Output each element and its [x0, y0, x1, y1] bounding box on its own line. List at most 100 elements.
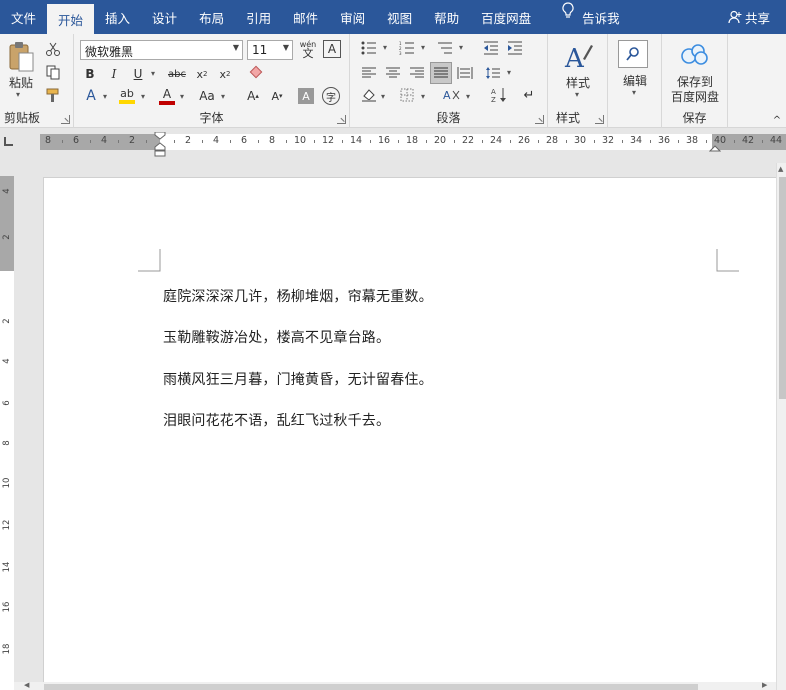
bullets-icon[interactable] — [360, 40, 378, 56]
borders-icon[interactable] — [398, 86, 416, 104]
format-painter-icon[interactable] — [44, 86, 62, 104]
font-launcher-icon[interactable] — [337, 115, 346, 124]
horizontal-ruler[interactable]: 8 6 4 2 2 4 6 8 10 12 14 16 18 20 22 24 26 28 30 32 34 36 38 40… — [40, 134, 786, 150]
styles-dropdown-icon[interactable]: ▾ — [575, 90, 579, 99]
ruler-tick — [622, 140, 623, 143]
numbering-icon[interactable]: 123 — [398, 40, 416, 56]
paragraph-1[interactable]: 庭院深深深几许，杨柳堆烟，帘幕无重数。 — [163, 286, 433, 306]
tab-selector-icon[interactable] — [4, 137, 13, 146]
paragraph-2[interactable]: 玉勒雕鞍游冶处，楼高不见章台路。 — [163, 327, 390, 347]
font-color-dropdown-icon[interactable]: ▾ — [180, 92, 184, 101]
font-size-combobox[interactable]: 11 ▼ — [247, 40, 293, 60]
underline-icon[interactable]: U — [130, 66, 146, 82]
underline-dropdown-icon[interactable]: ▾ — [151, 69, 155, 78]
editing-dropdown-icon[interactable]: ▾ — [632, 88, 636, 97]
asian-layout-dropdown-icon[interactable]: ▾ — [466, 92, 470, 101]
strikethrough-icon[interactable]: abc — [166, 66, 188, 82]
editing-button-label[interactable]: 编辑 — [608, 72, 662, 88]
phonetic-guide-icon[interactable]: wén 文 — [297, 38, 319, 60]
tab-help[interactable]: 帮助 — [423, 0, 470, 34]
multilevel-list-dropdown-icon[interactable]: ▾ — [459, 43, 463, 52]
person-icon — [728, 10, 742, 24]
search-icon[interactable] — [618, 40, 648, 68]
baidu-netdisk-icon[interactable] — [680, 42, 710, 68]
tab-insert[interactable]: 插入 — [94, 0, 141, 34]
shading-dropdown-icon[interactable]: ▾ — [381, 92, 385, 101]
change-case-icon[interactable]: Aa — [196, 86, 218, 106]
right-indent-marker-icon[interactable] — [709, 142, 721, 152]
align-center-icon[interactable] — [384, 65, 402, 81]
vertical-ruler[interactable]: 4 2 2 4 6 8 10 12 14 16 18 — [0, 176, 14, 690]
clear-formatting-icon[interactable] — [246, 64, 266, 82]
document-page[interactable]: 庭院深深深几许，杨柳堆烟，帘幕无重数。 玉勒雕鞍游冶处，楼高不见章台路。 雨横风… — [43, 177, 776, 690]
shading-icon[interactable] — [360, 86, 378, 104]
align-right-icon[interactable] — [408, 65, 426, 81]
paragraph-group-label: 段落 — [436, 111, 461, 125]
clipboard-launcher-icon[interactable] — [61, 115, 70, 124]
vertical-scrollbar[interactable]: ▲ — [776, 163, 786, 690]
tab-design[interactable]: 设计 — [141, 0, 188, 34]
scroll-right-icon[interactable]: ▶ — [762, 681, 767, 689]
tab-mailings[interactable]: 邮件 — [282, 0, 329, 34]
vertical-scroll-thumb[interactable] — [779, 177, 786, 399]
show-formatting-icon[interactable]: ↵ — [520, 86, 538, 104]
paste-label[interactable]: 粘贴 — [4, 74, 38, 90]
collapse-ribbon-icon[interactable]: ^ — [770, 114, 784, 126]
character-border-icon[interactable]: A — [323, 40, 341, 58]
align-left-icon[interactable] — [360, 65, 378, 81]
styles-button-label[interactable]: 样式 — [548, 74, 608, 90]
borders-dropdown-icon[interactable]: ▾ — [421, 92, 425, 101]
text-effects-dropdown-icon[interactable]: ▾ — [103, 92, 107, 101]
tab-baidu-netdisk[interactable]: 百度网盘 — [470, 0, 542, 34]
text-effects-icon[interactable]: A — [82, 86, 100, 106]
multilevel-list-icon[interactable] — [436, 40, 454, 56]
tell-me-search[interactable]: 告诉我 — [576, 0, 631, 34]
change-case-dropdown-icon[interactable]: ▾ — [221, 92, 225, 101]
distributed-icon[interactable] — [456, 65, 474, 81]
tab-review[interactable]: 审阅 — [329, 0, 376, 34]
styles-icon[interactable]: A — [562, 40, 594, 74]
italic-icon[interactable]: I — [106, 66, 122, 82]
cut-icon[interactable] — [44, 40, 62, 58]
paragraph-launcher-icon[interactable] — [535, 115, 544, 124]
highlight-dropdown-icon[interactable]: ▾ — [141, 92, 145, 101]
paste-icon[interactable] — [6, 40, 36, 74]
tab-home[interactable]: 开始 — [47, 4, 95, 34]
paste-dropdown-icon[interactable]: ▾ — [16, 90, 20, 99]
justify-icon[interactable] — [430, 62, 452, 84]
subscript-icon[interactable]: x2 — [194, 66, 210, 82]
line-spacing-icon[interactable] — [484, 65, 502, 81]
character-shading-icon[interactable]: A — [298, 88, 314, 104]
numbering-dropdown-icon[interactable]: ▾ — [421, 43, 425, 52]
save-button-line1[interactable]: 保存到 — [662, 74, 728, 89]
superscript-icon[interactable]: x2 — [217, 66, 233, 82]
sort-icon[interactable]: AZ — [490, 86, 508, 104]
shrink-font-icon[interactable]: A ▾ — [268, 86, 286, 106]
bold-icon[interactable]: B — [82, 66, 98, 82]
scroll-left-icon[interactable]: ◀ — [24, 681, 29, 689]
line-spacing-dropdown-icon[interactable]: ▾ — [507, 68, 511, 77]
indent-marker-icon[interactable] — [154, 132, 166, 158]
highlight-icon[interactable]: ab — [118, 86, 136, 106]
copy-icon[interactable] — [44, 63, 62, 81]
scroll-up-icon[interactable]: ▲ — [778, 165, 783, 173]
paragraph-4[interactable]: 泪眼问花花不语，乱红飞过秋千去。 — [163, 410, 390, 430]
tab-layout[interactable]: 布局 — [188, 0, 235, 34]
share-button[interactable]: 共享 — [728, 0, 786, 34]
horizontal-scroll-thumb[interactable] — [44, 684, 698, 690]
tab-references[interactable]: 引用 — [235, 0, 282, 34]
asian-layout-icon[interactable]: A — [442, 86, 462, 104]
bullets-dropdown-icon[interactable]: ▾ — [383, 43, 387, 52]
decrease-indent-icon[interactable] — [482, 40, 500, 56]
tab-view[interactable]: 视图 — [376, 0, 423, 34]
font-color-icon[interactable]: A — [158, 86, 176, 106]
horizontal-scrollbar[interactable]: ◀ ▶ — [14, 681, 776, 690]
font-name-combobox[interactable]: 微软雅黑 ▼ — [80, 40, 243, 60]
grow-font-icon[interactable]: A ▴ — [244, 86, 262, 106]
styles-launcher-icon[interactable] — [595, 115, 604, 124]
enclose-characters-icon[interactable]: 字 — [322, 87, 340, 105]
increase-indent-icon[interactable] — [506, 40, 524, 56]
paragraph-3[interactable]: 雨横风狂三月暮，门掩黄昏，无计留春住。 — [163, 369, 433, 389]
save-button-line2[interactable]: 百度网盘 — [662, 89, 728, 104]
tab-file[interactable]: 文件 — [0, 0, 47, 34]
